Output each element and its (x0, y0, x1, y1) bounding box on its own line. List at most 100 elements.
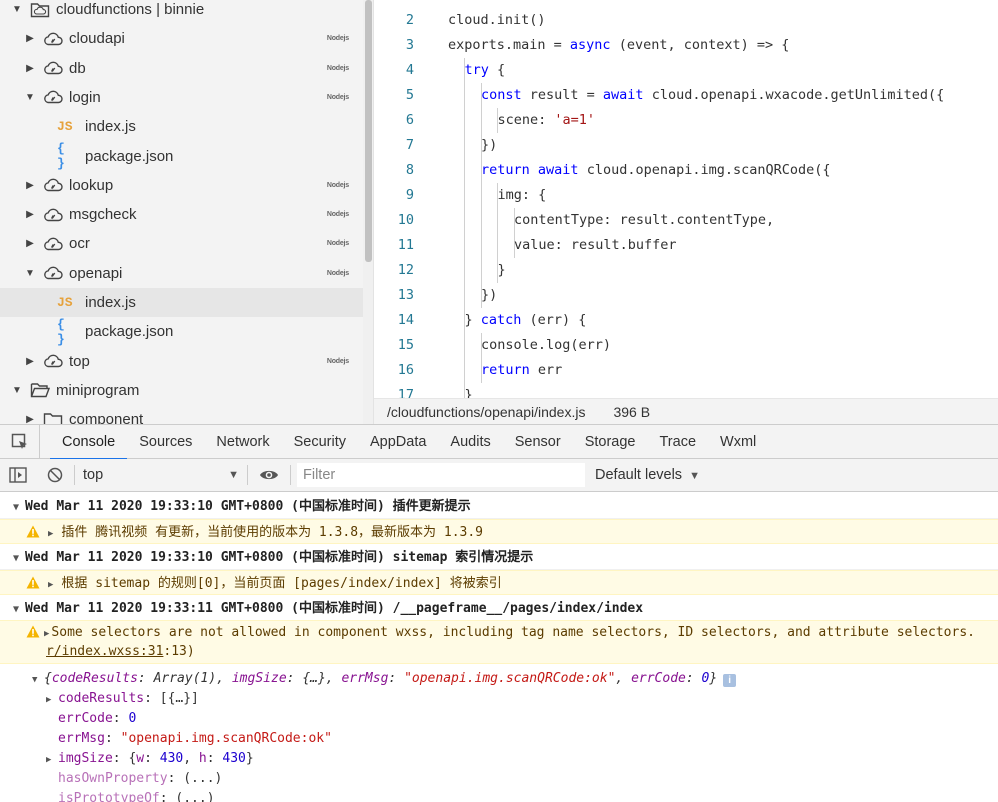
info-icon[interactable]: i (723, 674, 737, 687)
tab-wxml[interactable]: Wxml (708, 425, 768, 459)
tree-scrollbar[interactable] (363, 0, 373, 424)
line-number: 8 (405, 161, 414, 178)
tree-item-cloudfunctions-binnie[interactable]: ▼ cloudfunctions | binnie (0, 0, 363, 24)
prop-key: codeResults (51, 671, 138, 686)
code-line[interactable]: 14} catch (err) { (374, 307, 998, 333)
devtools-tab-bar: Console Sources Network Security AppData Audi… (0, 424, 998, 460)
code-line[interactable]: 13}) (374, 282, 998, 308)
prop-value: 0 (128, 711, 137, 726)
log-group-header[interactable]: ▼ Wed Mar 11 2020 19:33:11 GMT+0800 (中国标准… (0, 596, 998, 621)
object-property[interactable]: hasOwnProperty: (...) (0, 769, 998, 789)
tab-console[interactable]: Console (50, 425, 128, 460)
context-selector[interactable]: top ▼ (75, 467, 247, 483)
chevron-down-icon[interactable]: ▼ (23, 268, 37, 279)
cloud-function-icon (42, 60, 64, 76)
code-line[interactable]: 17} (374, 382, 998, 398)
code-line[interactable]: 3 exports.main = async (event, context) =… (374, 33, 998, 58)
tree-item-label: component (69, 411, 144, 424)
chevron-down-icon[interactable]: ▼ (10, 4, 24, 15)
tree-item-login[interactable]: ▼ login Nodejs (0, 83, 363, 112)
live-expression-button[interactable] (248, 459, 290, 492)
tree-item-label: top (69, 352, 90, 370)
chevron-right-icon[interactable]: ▶ (23, 209, 37, 220)
tab-sources[interactable]: Sources (127, 425, 204, 459)
inspect-element-button[interactable] (0, 424, 40, 459)
source-link[interactable]: r/index.wxss:31 (46, 644, 163, 659)
tree-item-openapi[interactable]: ▼ openapi Nodejs (0, 259, 363, 288)
scrollbar-thumb[interactable] (365, 0, 372, 262)
tree-item-index-js[interactable]: JS index.js (0, 112, 363, 141)
tree-item-index-js[interactable]: JS index.js (0, 288, 363, 317)
tree-item-db[interactable]: ▶ db Nodejs (0, 54, 363, 83)
nodejs-badge: Nodejs (326, 181, 349, 189)
code-line[interactable]: 9 img: { (374, 182, 998, 208)
prop-key: imgSize (231, 671, 287, 686)
code-line[interactable]: 8 return await cloud.openapi.img.scanQRCo… (374, 157, 998, 183)
code-line[interactable]: 10 contentType: result.contentType, (374, 207, 998, 233)
tab-network[interactable]: Network (204, 425, 281, 459)
tree-item-top[interactable]: ▶ top Nodejs (0, 347, 363, 376)
chevron-right-icon[interactable]: ▶ (23, 356, 37, 367)
nodejs-badge: Nodejs (326, 240, 349, 248)
tree-item-label: msgcheck (69, 206, 137, 224)
chevron-right-icon[interactable]: ▶ (23, 414, 37, 424)
toggle-sidebar-button[interactable] (0, 459, 36, 492)
code-line[interactable]: 12} (374, 257, 998, 283)
chevron-right-icon[interactable]: ▶ (23, 180, 37, 191)
code-line[interactable]: 7}) (374, 132, 998, 158)
tab-audits[interactable]: Audits (438, 425, 502, 459)
line-number: 5 (405, 86, 414, 103)
log-group-header[interactable]: ▼ Wed Mar 11 2020 19:33:10 GMT+0800 (中国标准… (0, 494, 998, 519)
tree-item-miniprogram[interactable]: ▼ miniprogram (0, 376, 363, 405)
chevron-right-icon[interactable]: ▶ (23, 238, 37, 249)
tree-item-component[interactable]: ▶ component (0, 405, 363, 424)
object-property[interactable]: isPrototypeOf: (...) (0, 789, 998, 802)
chevron-down-icon[interactable]: ▼ (23, 92, 37, 103)
console-filter-input[interactable] (297, 463, 585, 487)
code-line[interactable]: 6 scene: 'a=1' (374, 107, 998, 133)
nodejs-badge: Nodejs (326, 357, 349, 365)
clear-console-button[interactable] (36, 459, 74, 492)
code-line[interactable]: 5 const result = await cloud.openapi.wxac… (374, 82, 998, 108)
log-group-title: Wed Mar 11 2020 19:33:10 GMT+0800 (中国标准时… (25, 550, 534, 565)
tree-item-package-json[interactable]: { } package.json (0, 317, 363, 347)
code-line[interactable]: 11 value: result.buffer (374, 232, 998, 258)
tab-sensor[interactable]: Sensor (503, 425, 573, 459)
log-group-header[interactable]: ▼ Wed Mar 11 2020 19:33:10 GMT+0800 (中国标准… (0, 545, 998, 570)
object-summary[interactable]: ▼ {codeResults: Array(1), imgSize: {…}, e… (0, 669, 998, 689)
cloud-folder-icon (29, 2, 51, 18)
tab-storage[interactable]: Storage (573, 425, 648, 459)
code-line[interactable]: 4 try { (374, 57, 998, 83)
devtools-tabs: Console Sources Network Security AppData Audi… (50, 425, 768, 460)
code-line[interactable]: 2 cloud.init() (374, 8, 998, 33)
code-line[interactable]: 15 console.log(err) (374, 332, 998, 358)
tree-item-lookup[interactable]: ▶ lookup Nodejs (0, 171, 363, 200)
tab-trace[interactable]: Trace (647, 425, 708, 459)
code-editor[interactable]: 2 cloud.init() 3 exports.main = async (even… (374, 0, 998, 398)
object-property[interactable]: ▶ imgSize: {w: 430, h: 430} (0, 749, 998, 769)
warning-icon (26, 625, 40, 638)
line-number: 6 (405, 111, 414, 128)
warning-message[interactable]: ▶ Some selectors are not allowed in compo… (0, 620, 998, 664)
cloud-function-icon (42, 89, 64, 105)
indent-guide (464, 132, 465, 158)
tab-security[interactable]: Security (282, 425, 358, 459)
warning-message[interactable]: ▶ 根据 sitemap 的规则[0]，当前页面 [pages/index/ind… (0, 570, 998, 595)
folder-open-icon (29, 382, 51, 398)
chevron-right-icon[interactable]: ▶ (23, 33, 37, 44)
line-number: 16 (397, 361, 414, 378)
tab-appdata[interactable]: AppData (358, 425, 438, 459)
tree-item-msgcheck[interactable]: ▶ msgcheck Nodejs (0, 200, 363, 229)
tree-item-ocr[interactable]: ▶ ocr Nodejs (0, 229, 363, 258)
warning-message[interactable]: ▶ 插件 腾讯视频 有更新，当前使用的版本为 1.3.8，最新版本为 1.3.9 (0, 519, 998, 544)
tree-item-package-json[interactable]: { } package.json (0, 141, 363, 171)
tree-item-cloudapi[interactable]: ▶ cloudapi Nodejs (0, 24, 363, 53)
object-property[interactable]: ▶ codeResults: [{…}] (0, 689, 998, 709)
indent-guide (464, 182, 465, 208)
chevron-right-icon[interactable]: ▶ (23, 63, 37, 74)
indent-guide (464, 107, 465, 133)
code-line[interactable]: 16 return err (374, 357, 998, 383)
code-text: return err (481, 361, 563, 378)
log-levels-dropdown[interactable]: Default levels ▼ (595, 467, 700, 483)
chevron-down-icon[interactable]: ▼ (10, 385, 24, 396)
